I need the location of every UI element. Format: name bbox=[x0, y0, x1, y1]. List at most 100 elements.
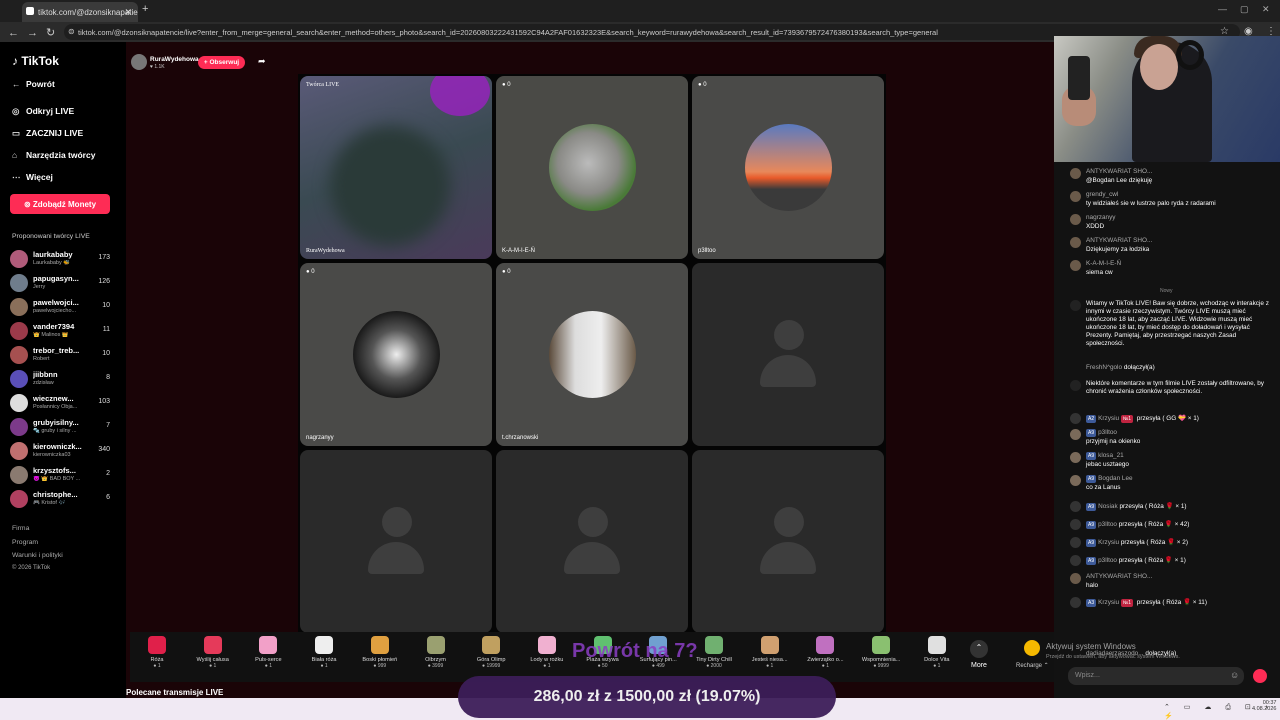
user-avatar[interactable] bbox=[1070, 452, 1081, 463]
gift-item[interactable]: Wyślij całusa ● 1 bbox=[188, 636, 238, 669]
coin-balance-icon[interactable] bbox=[1024, 640, 1040, 656]
gift-item[interactable]: Lody w rożku ● 1 bbox=[522, 636, 572, 669]
chat-username[interactable]: K-A-M-I-E-Ń bbox=[1086, 260, 1121, 268]
nav-buttons[interactable]: ←→↻ bbox=[8, 26, 63, 39]
gift-item[interactable]: Róża ● 1 bbox=[132, 636, 182, 669]
donation-goal-text: 286,00 zł z 1500,00 zł (19.07%) bbox=[533, 688, 761, 705]
user-avatar[interactable] bbox=[1070, 475, 1081, 486]
new-tab-button[interactable]: + bbox=[142, 3, 148, 15]
suggested-creator[interactable]: pawelwojci... pawelwojciecho... 10 bbox=[10, 296, 110, 318]
chat-username[interactable]: FreshN^golo bbox=[1086, 364, 1122, 371]
user-avatar[interactable] bbox=[1070, 260, 1081, 271]
user-avatar[interactable] bbox=[1070, 573, 1081, 584]
taskbar-clock[interactable]: 00:37 4.08.2026 bbox=[1252, 700, 1276, 712]
gift-item[interactable]: Boski płomień ● 999 bbox=[355, 636, 405, 669]
user-avatar[interactable] bbox=[1070, 237, 1081, 248]
chat-username[interactable]: p3lltoo bbox=[1098, 521, 1117, 528]
suggested-creator[interactable]: vander7394 👑 Malinos 👑 11 bbox=[10, 320, 110, 342]
suggested-creator[interactable]: trebor_treb... Robert 10 bbox=[10, 344, 110, 366]
close-window-icon[interactable]: ✕ bbox=[1262, 4, 1270, 15]
browser-tab-title: tiktok.com/@dzonsiknapatie bbox=[38, 8, 138, 17]
suggested-creator[interactable]: wiecznew... Posłannicy Obja... 103 bbox=[10, 392, 110, 414]
footer-link-company[interactable]: Firma bbox=[12, 525, 29, 532]
maximize-icon[interactable]: ▢ bbox=[1240, 4, 1249, 15]
chat-input[interactable]: Wpisz... bbox=[1068, 667, 1244, 685]
suggested-creator[interactable]: krzysztofs... 😈 👑 BAD BOY ... 2 bbox=[10, 464, 110, 486]
gift-item[interactable]: Zwierzątko o... ● 1 bbox=[800, 636, 850, 669]
guest-tile-kamien[interactable]: ● 0 K-A-M-I-E-Ń bbox=[496, 76, 688, 259]
minimize-icon[interactable]: — bbox=[1218, 4, 1227, 14]
guest-tile-tchrzanowski[interactable]: ● 0 t.chrzanowski bbox=[496, 263, 688, 446]
sidebar-item-back[interactable]: ← Powrót bbox=[12, 79, 55, 89]
share-icon[interactable]: ➦ bbox=[258, 56, 266, 67]
gift-item[interactable]: Jesteś niesa... ● 1 bbox=[745, 636, 795, 669]
empty-seat[interactable] bbox=[300, 450, 492, 633]
close-tab-icon[interactable]: ✕ bbox=[124, 7, 132, 18]
chat-username[interactable]: grendy_cwl bbox=[1086, 191, 1118, 199]
sidebar-item-explore-live[interactable]: ◎ Odkryj LIVE bbox=[12, 106, 74, 117]
chat-username[interactable]: Krzysiu bbox=[1098, 539, 1119, 546]
chat-username[interactable]: ANTYKWARIAT SHO... bbox=[1086, 237, 1152, 245]
sidebar-item-start-live[interactable]: ▭ ZACZNIJ LIVE bbox=[12, 128, 83, 139]
person-placeholder-body bbox=[368, 542, 424, 574]
gift-icon bbox=[426, 636, 445, 654]
chat-username[interactable]: Nosiak bbox=[1098, 503, 1118, 510]
footer-link-terms[interactable]: Warunki i polityki bbox=[12, 552, 63, 559]
site-info-icon[interactable]: ⊜ bbox=[68, 27, 75, 36]
chat-username[interactable]: Krzysiu bbox=[1098, 415, 1119, 422]
gift-item[interactable]: Biała róża ● 1 bbox=[299, 636, 349, 669]
chat-username[interactable]: A9 Bogdan Lee bbox=[1086, 475, 1133, 483]
reload-icon[interactable]: ↻ bbox=[46, 27, 63, 39]
chat-username[interactable]: ANTYKWARIAT SHO... bbox=[1086, 573, 1152, 581]
empty-seat[interactable] bbox=[692, 450, 884, 633]
chat-username[interactable]: ANTYKWARIAT SHO... bbox=[1086, 168, 1152, 176]
guest-tile-host[interactable]: Twórca LIVE RuraWydehowa bbox=[300, 76, 492, 259]
gift-price-value: 1 bbox=[269, 663, 272, 669]
sidebar-item-creator-tools[interactable]: ⌂ Narzędzia twórcy bbox=[12, 150, 95, 160]
gift-item[interactable]: Góra Olimp ● 19999 bbox=[466, 636, 516, 669]
chat-username[interactable]: Krzysiu bbox=[1098, 599, 1119, 606]
host-name[interactable]: RuraWydehowa bbox=[150, 56, 199, 63]
more-gifts-icon[interactable]: ⌃ bbox=[970, 640, 988, 658]
gift-item[interactable]: Wspomnienia... ● 9999 bbox=[856, 636, 906, 669]
forward-icon[interactable]: → bbox=[27, 27, 46, 39]
gift-item[interactable]: Olbrzym ● 3999 bbox=[411, 636, 461, 669]
guest-count-value: 0 bbox=[507, 269, 511, 275]
tiktok-logo[interactable]: ♪ TikTok bbox=[12, 54, 59, 68]
creator-subtitle: 👑 Malinos 👑 bbox=[33, 332, 69, 338]
more-gifts-label[interactable]: More bbox=[971, 662, 987, 669]
chat-username[interactable]: A9 p3lltoo bbox=[1086, 429, 1117, 437]
get-coins-button[interactable]: ⊚ Zdobądź Monety bbox=[10, 194, 110, 214]
suggested-creator[interactable]: jiibbnn zdzisław 8 bbox=[10, 368, 110, 390]
suggested-creator[interactable]: papugasyn... Jerry 126 bbox=[10, 272, 110, 294]
empty-seat[interactable] bbox=[496, 450, 688, 633]
recharge-button[interactable]: Recharge ⌃ bbox=[1016, 662, 1049, 669]
rank-badge: №1 bbox=[1120, 415, 1134, 423]
suggested-creator[interactable]: laurkababy Laurkababy 🐝 173 bbox=[10, 248, 110, 270]
suggested-creator[interactable]: christophe... 🎮 Kristof 🎶 6 bbox=[10, 488, 110, 510]
guest-tile-p3lltoo[interactable]: ● 0 p3lltoo bbox=[692, 76, 884, 259]
emoji-icon[interactable]: ☺ bbox=[1230, 670, 1239, 680]
gift-item[interactable]: Puls-serce ● 1 bbox=[243, 636, 293, 669]
sidebar-item-more[interactable]: ⋯ Więcej bbox=[12, 172, 53, 183]
user-avatar[interactable] bbox=[1070, 429, 1081, 440]
chat-username[interactable]: A9 klosa_21 bbox=[1086, 452, 1124, 460]
back-icon[interactable]: ← bbox=[8, 27, 27, 39]
creator-name: kierowniczk... bbox=[33, 442, 82, 451]
footer-link-program[interactable]: Program bbox=[12, 539, 38, 546]
suggested-creator[interactable]: kierowniczk... kierowniczka03 340 bbox=[10, 440, 110, 462]
level-badge: A9 bbox=[1086, 521, 1097, 529]
user-avatar[interactable] bbox=[1070, 214, 1081, 225]
guest-tile-nagrzanyy[interactable]: ● 0 nagrzanyy bbox=[300, 263, 492, 446]
user-avatar[interactable] bbox=[1070, 168, 1081, 179]
suggested-creator[interactable]: grubyisilny... 🔩 gruby i silny ... 7 bbox=[10, 416, 110, 438]
chat-username[interactable]: nagrzanyy bbox=[1086, 214, 1116, 222]
browser-tab[interactable]: tiktok.com/@dzonsiknapatie ✕ bbox=[22, 2, 138, 22]
empty-seat[interactable] bbox=[692, 263, 884, 446]
gift-item[interactable]: Dolce Vita ● 1 bbox=[912, 636, 962, 669]
user-avatar[interactable] bbox=[1070, 191, 1081, 202]
like-heart-icon[interactable] bbox=[1253, 669, 1267, 683]
chat-username[interactable]: p3lltoo bbox=[1098, 557, 1117, 564]
host-avatar[interactable] bbox=[131, 54, 147, 70]
follow-button[interactable]: + Obserwuj bbox=[198, 56, 245, 69]
